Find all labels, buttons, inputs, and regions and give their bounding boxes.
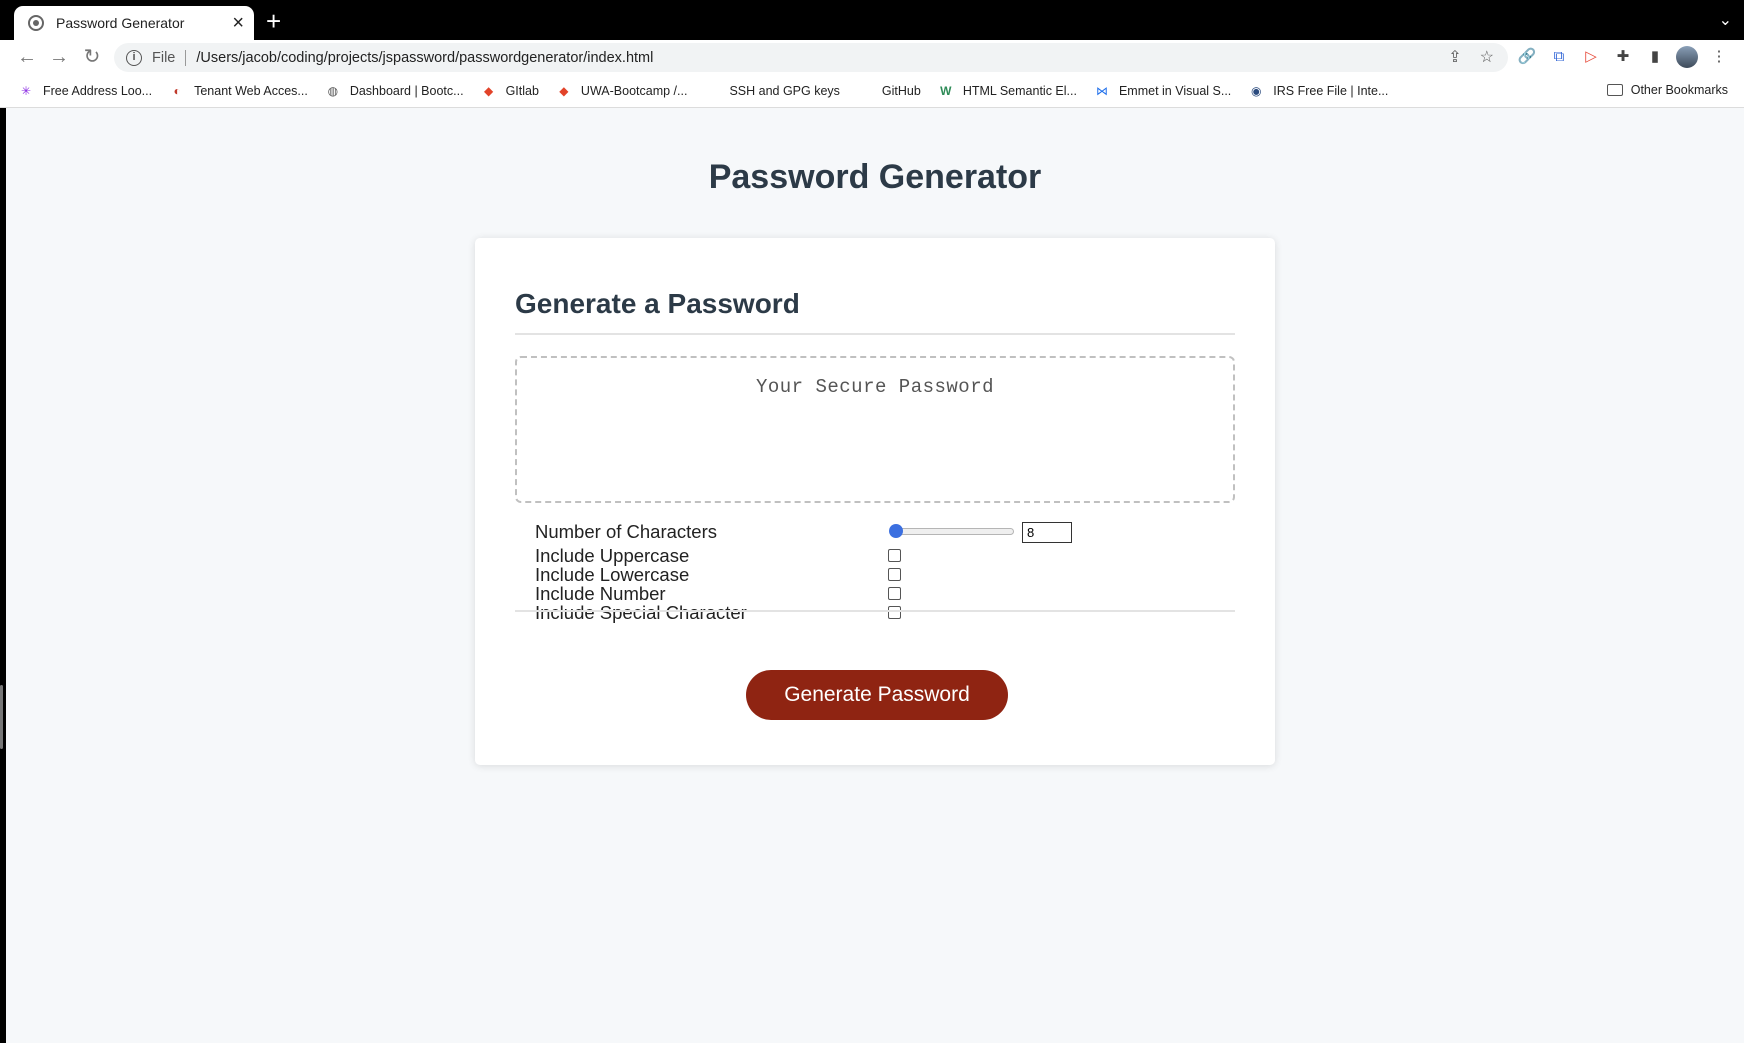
- bookmarks-bar: ✳ Free Address Loo... ◐ Tenant Web Acces…: [0, 74, 1744, 108]
- number-option-row: Include Number: [535, 583, 1135, 604]
- tab-strip: Password Generator × + ⌄: [0, 0, 1744, 40]
- tab-title: Password Generator: [56, 15, 185, 31]
- lowercase-option-row: Include Lowercase: [535, 564, 1135, 585]
- card-title: Generate a Password: [515, 288, 800, 319]
- length-number-input[interactable]: [1022, 522, 1072, 543]
- github-icon: [704, 83, 720, 99]
- lowercase-checkbox[interactable]: [888, 568, 901, 581]
- generate-password-button[interactable]: Generate Password: [746, 670, 1008, 720]
- bookmark-label: HTML Semantic El...: [962, 83, 1077, 98]
- other-bookmarks-label: Other Bookmarks: [1630, 83, 1728, 97]
- github-icon: [857, 83, 873, 99]
- password-output[interactable]: Your Secure Password: [515, 356, 1235, 503]
- special-label: Include Special Character: [535, 602, 747, 623]
- translate-extension-icon[interactable]: ⧉: [1548, 46, 1570, 68]
- globe-icon: [28, 15, 44, 31]
- bookmark-ssh-gpg-keys[interactable]: SSH and GPG keys: [704, 83, 839, 99]
- puzzle-extensions-icon[interactable]: ✚: [1612, 46, 1634, 68]
- bookmark-label: Free Address Loo...: [43, 83, 153, 98]
- browser-tab[interactable]: Password Generator ×: [14, 6, 254, 40]
- other-bookmarks[interactable]: Other Bookmarks: [1606, 83, 1728, 97]
- bookmark-html-semantic[interactable]: W HTML Semantic El...: [938, 83, 1077, 99]
- uppercase-checkbox[interactable]: [888, 549, 901, 562]
- options-panel: Number of Characters Include Uppercase I…: [535, 521, 1135, 623]
- kebab-menu-icon[interactable]: ⋮: [1708, 46, 1730, 68]
- length-slider[interactable]: [889, 524, 1014, 538]
- bookmark-label: Emmet in Visual S...: [1118, 83, 1232, 98]
- forward-arrow-icon[interactable]: →: [46, 44, 72, 70]
- globe-icon: ◍: [327, 83, 339, 98]
- profile-avatar[interactable]: [1676, 46, 1698, 68]
- slider-track: [890, 528, 1014, 535]
- gitlab-icon: ◆: [483, 83, 494, 98]
- bookmark-github[interactable]: GitHub: [857, 83, 921, 99]
- card-header-divider: [515, 333, 1235, 335]
- bookmark-label: Tenant Web Acces...: [194, 83, 308, 98]
- irs-seal-icon: ◉: [1251, 83, 1262, 98]
- card-footer-divider: [515, 610, 1235, 612]
- bookmark-label: GitHub: [881, 83, 921, 98]
- cast-extension-icon[interactable]: ▷: [1580, 46, 1602, 68]
- special-checkbox[interactable]: [888, 606, 901, 619]
- bookmark-star-icon[interactable]: ☆: [1480, 47, 1494, 67]
- bookmark-dashboard-bootcamp[interactable]: ◍ Dashboard | Bootc...: [325, 83, 464, 99]
- bookmark-favicon-icon: ✳: [20, 83, 32, 98]
- address-bar[interactable]: i File /Users/jacob/coding/projects/jspa…: [114, 43, 1508, 72]
- special-option-row: Include Special Character: [535, 602, 1135, 623]
- reload-icon[interactable]: ↻: [79, 44, 105, 70]
- side-panel-icon[interactable]: ▮: [1644, 46, 1666, 68]
- bookmark-label: Dashboard | Bootc...: [349, 83, 464, 98]
- number-checkbox[interactable]: [888, 587, 901, 600]
- vscode-icon: ⋈: [1095, 83, 1108, 98]
- bookmark-emmet-vscode[interactable]: ⋈ Emmet in Visual S...: [1094, 83, 1231, 99]
- browser-toolbar: ← → ↻ i File /Users/jacob/coding/project…: [0, 40, 1744, 74]
- gitlab-icon: ◆: [559, 83, 569, 98]
- bookmark-uwa-bootcamp[interactable]: ◆ UWA-Bootcamp /...: [556, 83, 688, 99]
- bookmark-label: GItlab: [505, 83, 539, 98]
- page-title: Password Generator: [708, 158, 1042, 196]
- bookmark-irs-free-file[interactable]: ◉ IRS Free File | Inte...: [1248, 83, 1388, 99]
- share-icon[interactable]: ⇪: [1448, 47, 1461, 67]
- bookmark-gitlab[interactable]: ◆ GItlab: [481, 83, 539, 99]
- slider-thumb[interactable]: [889, 524, 903, 538]
- new-tab-button[interactable]: +: [266, 8, 281, 34]
- tab-close-icon[interactable]: ×: [232, 13, 244, 33]
- folder-icon: [1606, 84, 1623, 96]
- uppercase-option-row: Include Uppercase: [535, 545, 1135, 566]
- w3-icon: W: [940, 83, 952, 98]
- bookmark-label: UWA-Bootcamp /...: [580, 83, 688, 98]
- tab-search-chevron-icon[interactable]: ⌄: [1719, 10, 1732, 30]
- bookmark-label: SSH and GPG keys: [729, 83, 840, 98]
- bookmark-free-address[interactable]: ✳ Free Address Loo...: [18, 83, 152, 99]
- generator-card: Generate a Password Your Secure Password…: [475, 238, 1275, 765]
- resize-handle[interactable]: [0, 685, 3, 749]
- length-option-row: Number of Characters: [535, 521, 1135, 544]
- url-scheme-label: File: [152, 49, 176, 66]
- link-extension-icon[interactable]: 🔗: [1516, 46, 1538, 68]
- omnibox-divider: [185, 49, 187, 66]
- page-viewport: Password Generator Generate a Password Y…: [6, 108, 1744, 1043]
- length-label: Number of Characters: [535, 521, 717, 542]
- bookmark-tenant-web-access[interactable]: ◐ Tenant Web Acces...: [169, 83, 308, 99]
- url-text[interactable]: /Users/jacob/coding/projects/jspassword/…: [196, 50, 653, 66]
- bookmark-label: IRS Free File | Inte...: [1273, 83, 1389, 98]
- back-arrow-icon[interactable]: ←: [14, 44, 40, 70]
- bookmark-favicon-icon: ◐: [173, 83, 181, 98]
- info-icon[interactable]: i: [126, 49, 142, 66]
